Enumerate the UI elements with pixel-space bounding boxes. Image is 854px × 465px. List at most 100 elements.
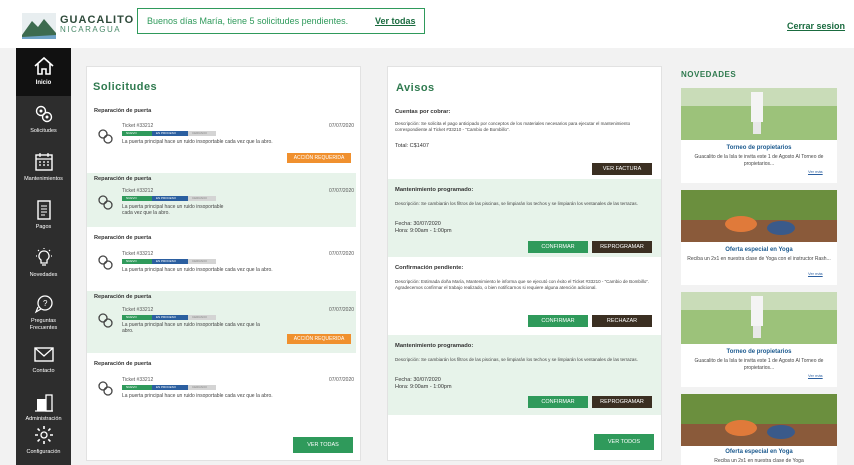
sidebar-item-label-2: Frecuentes <box>29 325 58 331</box>
reschedule-button[interactable]: REPROGRAMAR <box>592 396 652 408</box>
aviso-confirmacion: Confirmación pendiente: Descripción: Est… <box>388 257 661 335</box>
solicitud-item[interactable]: Reparación de puerta Ticket #33212 07/07… <box>87 105 356 173</box>
svg-text:?: ? <box>43 299 48 308</box>
reschedule-button[interactable]: REPROGRAMAR <box>592 241 652 253</box>
read-more-link[interactable]: Ver más <box>808 373 823 378</box>
sidebar-item-solicitudes[interactable]: Solicitudes <box>16 96 71 144</box>
ticket-date: 07/07/2020 <box>329 188 355 194</box>
ticket-date: 07/07/2020 <box>329 251 355 257</box>
step-new: NUEVO <box>122 385 152 390</box>
step-in-progress: EN PROCESO <box>152 259 188 264</box>
solicitud-item[interactable]: Reparación de puerta Ticket #33212 07/07… <box>87 291 356 353</box>
aviso-time: Hora: 9:00am - 1:00pm <box>395 228 452 234</box>
news-card[interactable]: Torneo de propietarios Guacalito de la I… <box>681 88 837 183</box>
golf-image <box>681 88 837 140</box>
solicitud-item[interactable]: Reparación de puerta Ticket #33212 07/07… <box>87 353 356 411</box>
settings-icon <box>34 426 53 444</box>
news-card[interactable]: Oferta especial en Yoga Reciba un 2x1 en… <box>681 394 837 465</box>
sidebar-item-label: Configuración <box>26 449 61 455</box>
top-bar: GUACALITO NICARAGUA Buenos días María, t… <box>0 0 854 48</box>
sidebar-item-label: Mantenimientos <box>24 176 63 182</box>
confirm-button[interactable]: CONFIRMAR <box>528 241 588 253</box>
news-title: Oferta especial en Yoga <box>725 449 793 455</box>
view-all-link[interactable]: Ver todas <box>375 16 416 26</box>
solicitud-item[interactable]: Reparación de puerta Ticket #33212 07/07… <box>87 173 356 227</box>
news-description: Guacalito de la Isla te invita este 1 de… <box>694 154 824 167</box>
mail-icon <box>33 347 54 362</box>
news-description: Reciba un 2x1 en nuestra clase de Yoga c… <box>687 256 831 262</box>
ticket-number: Ticket #33212 <box>122 188 154 194</box>
avisos-panel: Avisos Cuentas por cobrar: Descripción: … <box>387 66 662 461</box>
brand-subtitle: NICARAGUA <box>60 25 122 34</box>
step-in-progress: EN PROCESO <box>152 315 188 320</box>
view-all-notices-button[interactable]: VER TODOS <box>594 434 654 450</box>
brand-logo[interactable]: GUACALITO NICARAGUA <box>22 13 133 39</box>
calendar-icon <box>34 153 53 171</box>
view-all-requests-button[interactable]: VER TODAS <box>293 437 353 453</box>
solicitud-title: Reparación de puerta <box>94 108 152 114</box>
aviso-description: Descripción: Estimada doña María, Manten… <box>395 279 650 290</box>
step-new: NUEVO <box>122 131 152 136</box>
sidebar-item-inicio[interactable]: Inicio <box>16 48 71 96</box>
sidebar-item-pagos[interactable]: Pagos <box>16 192 71 240</box>
ticket-date: 07/07/2020 <box>329 123 355 129</box>
step-closed: CERRADO <box>188 315 216 320</box>
gears-icon <box>98 129 113 144</box>
step-closed: CERRADO <box>188 196 216 201</box>
logout-link[interactable]: Cerrar sesion <box>787 21 845 31</box>
action-required-button[interactable]: ACCIÓN REQUERIDA <box>287 153 351 163</box>
news-description: Guacalito de la Isla te invita este 1 de… <box>694 358 824 371</box>
sidebar-item-label: Solicitudes <box>30 128 57 134</box>
step-closed: CERRADO <box>188 131 216 136</box>
ticket-date: 07/07/2020 <box>329 307 355 313</box>
home-icon <box>33 56 54 75</box>
sidebar-item-mantenimientos[interactable]: Mantenimientos <box>16 144 71 192</box>
solicitud-title: Reparación de puerta <box>94 176 152 182</box>
read-more-link[interactable]: Ver más <box>808 271 823 276</box>
sidebar-item-configuracion[interactable]: Configuración <box>16 416 71 465</box>
ticket-number: Ticket #33212 <box>122 307 154 313</box>
reject-button[interactable]: RECHAZAR <box>592 315 652 327</box>
sidebar-item-label: Preguntas <box>30 318 57 324</box>
lightbulb-icon <box>35 248 52 266</box>
news-title: Oferta especial en Yoga <box>725 247 793 253</box>
status-steps: NUEVO EN PROCESO CERRADO <box>122 315 222 320</box>
news-description: Reciba un 2x1 en nuestra clase de Yoga <box>714 458 804 464</box>
aviso-title: Mantenimiento programado: <box>395 343 474 349</box>
confirm-button[interactable]: CONFIRMAR <box>528 315 588 327</box>
aviso-mantenimiento: Mantenimiento programado: Descripción: S… <box>388 179 661 257</box>
sidebar-item-label: Inicio <box>35 80 52 86</box>
sidebar-item-faq[interactable]: ? Preguntas Frecuentes <box>16 288 71 336</box>
solicitudes-title: Solicitudes <box>93 81 158 93</box>
question-bubble-icon: ? <box>34 295 53 314</box>
sidebar-item-label: Novedades <box>29 272 58 278</box>
sidebar-item-novedades[interactable]: Novedades <box>16 240 71 288</box>
aviso-description: Descripción: Se cambiarán los filtros de… <box>395 201 638 206</box>
building-icon <box>34 394 53 412</box>
step-in-progress: EN PROCESO <box>152 196 188 201</box>
ticket-number: Ticket #33212 <box>122 377 154 383</box>
solicitud-item[interactable]: Reparación de puerta Ticket #33212 07/07… <box>87 227 356 291</box>
news-card[interactable]: Oferta especial en Yoga Reciba un 2x1 en… <box>681 190 837 285</box>
read-more-link[interactable]: Ver más <box>808 169 823 174</box>
news-title: Torneo de propietarios <box>726 349 792 355</box>
view-invoice-button[interactable]: VER FACTURA <box>592 163 652 175</box>
gears-icon <box>98 313 113 328</box>
logo-mountain-icon <box>22 13 56 39</box>
aviso-time: Hora: 9:00am - 1:00pm <box>395 384 452 390</box>
step-new: NUEVO <box>122 259 152 264</box>
confirm-button[interactable]: CONFIRMAR <box>528 396 588 408</box>
document-icon <box>36 200 51 220</box>
solicitud-description: La puerta principal hace un ruido insopo… <box>122 204 224 216</box>
news-card[interactable]: Torneo de propietarios Guacalito de la I… <box>681 292 837 387</box>
step-in-progress: EN PROCESO <box>152 385 188 390</box>
ticket-date: 07/07/2020 <box>329 377 355 383</box>
news-title: Torneo de propietarios <box>726 145 792 151</box>
sidebar-item-label: Contacto <box>32 368 55 374</box>
action-required-button[interactable]: ACCIÓN REQUERIDA <box>287 334 351 344</box>
solicitud-description: La puerta principal hace un ruido insopo… <box>122 267 273 273</box>
aviso-title: Cuentas por cobrar: <box>395 109 451 115</box>
pending-notice: Buenos días María, tiene 5 solicitudes p… <box>137 8 425 34</box>
ticket-number: Ticket #33212 <box>122 251 154 257</box>
sidebar-item-contacto[interactable]: Contacto <box>16 336 71 384</box>
